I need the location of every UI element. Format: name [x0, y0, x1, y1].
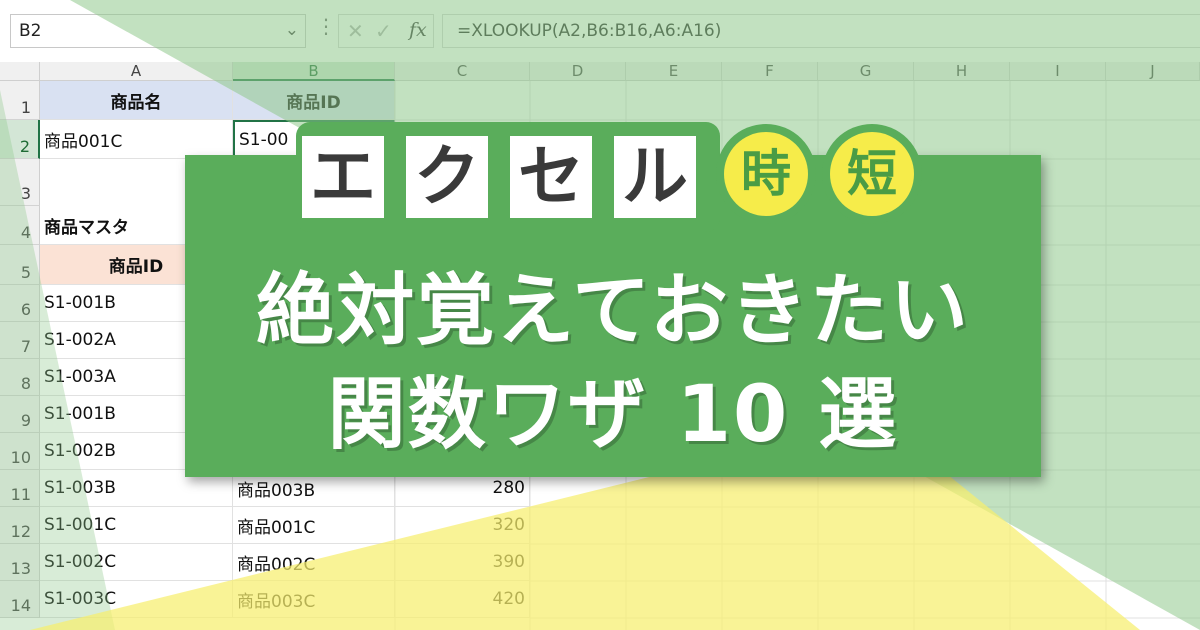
chevron-down-icon[interactable]: ⌄ [285, 20, 299, 40]
insert-function-icon[interactable]: fx [409, 19, 427, 41]
circle-char: 短 [830, 132, 914, 216]
formula-input[interactable]: =XLOOKUP(A2,B6:B16,A6:A16) [442, 14, 1200, 48]
circle-badge: 短 [822, 124, 922, 224]
name-box[interactable]: B2 ⌄ [10, 14, 306, 48]
circle-char: 時 [724, 132, 808, 216]
tag-char: ル [622, 138, 688, 215]
excel-time-saving-tag: エ ク セ ル 時 短 [296, 122, 934, 232]
tag-char-box: エ [302, 136, 384, 218]
tag-char: エ [310, 138, 376, 215]
circle-badge: 時 [716, 124, 816, 224]
title-line-1: 絶対覚えておきたい [256, 266, 970, 356]
tag-char: ク [414, 138, 480, 215]
tag-char: セ [518, 138, 584, 215]
tag-char-box: ク [406, 136, 488, 218]
formula-text: =XLOOKUP(A2,B6:B16,A6:A16) [457, 21, 722, 41]
more-options-icon[interactable]: ⋮ [316, 14, 336, 38]
tag-char-box: セ [510, 136, 592, 218]
formula-bar: B2 ⌄ ⋮ ✕ ✓ fx =XLOOKUP(A2,B6:B16,A6:A16) [0, 0, 1200, 62]
formula-buttons: ✕ ✓ fx [338, 14, 434, 48]
title-line-2: 関数ワザ 10 選 [327, 370, 899, 460]
cancel-icon[interactable]: ✕ [347, 19, 364, 43]
tag-char-box: ル [614, 136, 696, 218]
name-box-value: B2 [19, 21, 42, 41]
enter-icon[interactable]: ✓ [375, 19, 392, 43]
